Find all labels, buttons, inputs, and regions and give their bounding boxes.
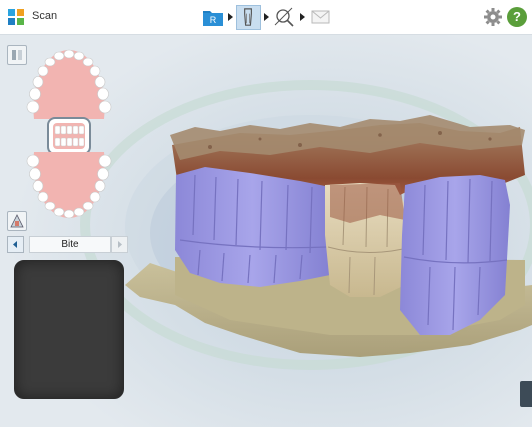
app-title: Scan [32,10,58,22]
workflow-arrow [228,13,233,21]
help-button[interactable]: ? [507,7,527,27]
tooth-scan-icon [244,8,252,26]
workflow-step-view[interactable] [272,5,296,29]
view-tools-icon [274,7,294,27]
rx-step-label: R [210,15,217,25]
rx-folder-icon: R [203,11,223,26]
scan-tools-button[interactable] [7,211,27,231]
segment-stepper: Bite [7,236,128,253]
workflow-step-scan[interactable] [236,5,261,30]
previous-segment-button[interactable] [7,236,24,253]
top-toolbar: Scan R ? [0,0,532,35]
tooth-tools-icon [10,214,24,228]
workflow-step-send[interactable] [309,5,333,29]
segment-label: Bite [29,236,111,253]
next-segment-button[interactable] [111,236,128,253]
side-panel-handle[interactable] [520,381,532,407]
envelope-icon [311,10,330,24]
chevron-left-icon [13,241,17,248]
bite-selector[interactable] [47,117,91,155]
settings-button[interactable] [483,7,503,27]
jaw-selector[interactable] [20,44,118,224]
gear-icon [484,8,502,26]
app-grid-icon[interactable] [8,9,24,25]
workflow-arrow [264,13,269,21]
chevron-right-icon [118,241,122,248]
upper-arch[interactable] [26,49,112,119]
lower-arch[interactable] [26,152,112,219]
scan-viewport[interactable]: Bite [0,35,532,427]
camera-preview [14,260,124,399]
workflow-arrow [300,13,305,21]
workflow-step-rx[interactable]: R [201,5,225,29]
